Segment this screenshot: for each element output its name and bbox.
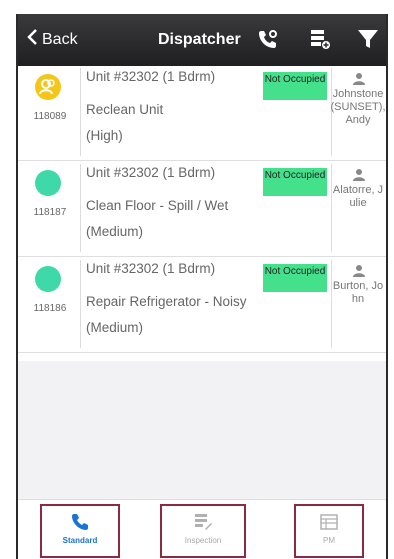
priority-label: (Medium) (86, 224, 144, 239)
tab-label: PM (323, 536, 335, 545)
status-badge: Not Occupied (263, 168, 327, 196)
status-indicator (35, 170, 61, 196)
status-column: 118187 (18, 162, 74, 256)
back-label: Back (42, 30, 78, 48)
chevron-left-icon (26, 28, 38, 51)
back-button[interactable]: Back (26, 28, 78, 51)
tab-pm[interactable]: PM (294, 504, 364, 558)
unit-label: Unit #32302 (1 Bdrm) (86, 69, 216, 84)
unit-label: Unit #32302 (1 Bdrm) (86, 165, 216, 180)
list-item[interactable]: 118187 Unit #32302 (1 Bdrm) Clean Floor … (18, 162, 386, 257)
inspection-icon (193, 512, 213, 532)
tab-label: Standard (62, 536, 98, 545)
task-description: Reclean Unit (86, 102, 164, 117)
status-indicator (35, 74, 61, 100)
unit-label: Unit #32302 (1 Bdrm) (86, 261, 216, 276)
app-frame: Back Dispatcher 118089 Unit #32302 (1 Bd… (16, 14, 388, 559)
list-item[interactable]: 118186 Unit #32302 (1 Bdrm) Repair Refri… (18, 258, 386, 353)
phone-settings-icon[interactable] (256, 27, 280, 51)
person-icon (352, 168, 366, 182)
divider (80, 164, 81, 252)
filter-icon[interactable] (356, 27, 380, 51)
status-indicator (35, 266, 61, 292)
tab-standard[interactable]: Standard (40, 504, 120, 558)
assignee-name: Burton, John (332, 280, 384, 305)
divider (80, 68, 81, 156)
pm-icon (319, 512, 339, 532)
task-description: Clean Floor - Spill / Wet (86, 198, 229, 213)
tab-label: Inspection (184, 536, 222, 545)
bottom-tab-bar: Standard Inspection PM (18, 499, 386, 559)
server-add-icon[interactable] (308, 27, 332, 51)
priority-label: (Medium) (86, 320, 144, 335)
person-icon (352, 264, 366, 278)
users-icon (39, 79, 55, 95)
work-order-id: 118187 (33, 207, 67, 218)
status-badge: Not Occupied (263, 72, 327, 100)
work-order-id: 118089 (33, 111, 67, 122)
task-description: Repair Refrigerator - Noisy (86, 294, 247, 309)
status-badge: Not Occupied (263, 264, 327, 292)
list-item[interactable]: 118089 Unit #32302 (1 Bdrm) Reclean Unit… (18, 66, 386, 161)
phone-icon (70, 512, 90, 532)
assignee-name: Alatorre, Julie (332, 184, 384, 209)
page-title: Dispatcher (158, 31, 241, 48)
priority-label: (High) (86, 128, 123, 143)
status-column: 118186 (18, 258, 74, 352)
status-column: 118089 (18, 66, 74, 160)
person-icon (352, 72, 366, 86)
assignee-name: Johnstone (SUNSET), Andy (330, 88, 386, 126)
nav-header: Back Dispatcher (18, 14, 386, 66)
work-order-list: 118089 Unit #32302 (1 Bdrm) Reclean Unit… (18, 66, 386, 361)
work-order-id: 118186 (33, 303, 67, 314)
tab-inspection[interactable]: Inspection (160, 504, 246, 558)
divider (80, 260, 81, 348)
